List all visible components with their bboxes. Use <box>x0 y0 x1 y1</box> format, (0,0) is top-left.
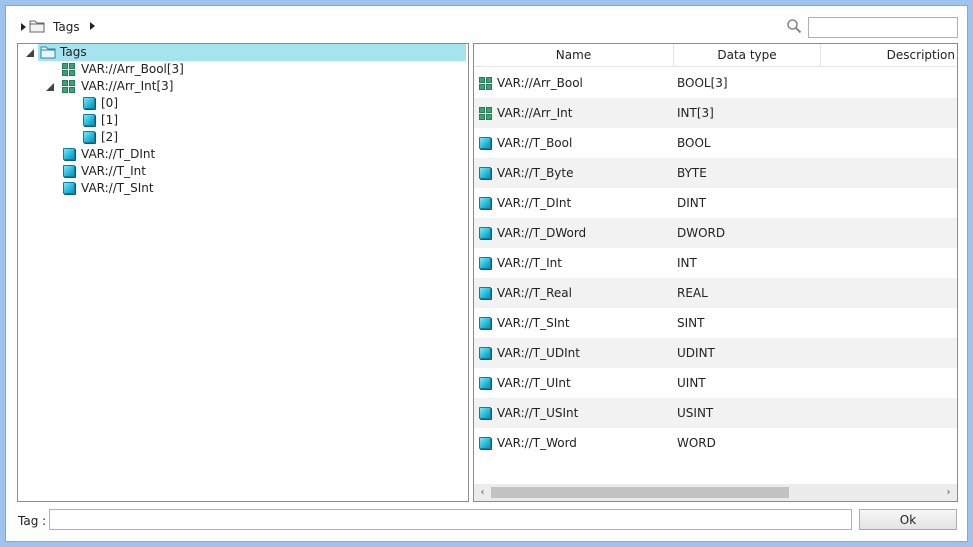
column-header-name[interactable]: Name <box>474 44 674 66</box>
table-row[interactable]: VAR://T_SInt SINT <box>474 308 957 338</box>
tag-cube-icon <box>479 137 491 149</box>
tag-cube-icon <box>479 407 491 419</box>
next-triangle-icon[interactable] <box>90 22 95 30</box>
tag-cube-icon <box>479 437 491 449</box>
breadcrumb-label[interactable]: Tags <box>53 20 80 34</box>
scroll-left-icon[interactable]: ‹ <box>474 484 491 501</box>
cell-data-type: REAL <box>677 286 708 300</box>
tree-item-label: VAR://T_SInt <box>81 181 154 195</box>
tag-cube-icon <box>83 131 95 143</box>
tree-root-label: Tags <box>60 45 87 59</box>
scroll-right-icon[interactable]: › <box>940 484 957 501</box>
array-grid-icon <box>479 77 492 90</box>
cell-name: VAR://T_Byte <box>497 166 574 180</box>
table-row[interactable]: VAR://T_DInt DINT <box>474 188 957 218</box>
cell-data-type: DWORD <box>677 226 726 240</box>
collapse-arr-int-icon[interactable] <box>46 83 54 91</box>
table-row[interactable]: VAR://T_DWord DWORD <box>474 218 957 248</box>
cell-data-type: WORD <box>677 436 716 450</box>
tag-cube-icon <box>63 165 75 177</box>
tag-cube-icon <box>479 227 491 239</box>
table-row[interactable]: VAR://T_Int INT <box>474 248 957 278</box>
cell-data-type: BOOL[3] <box>677 76 728 90</box>
ok-button[interactable]: Ok <box>859 509 957 530</box>
tag-cube-icon <box>479 197 491 209</box>
cell-data-type: USINT <box>677 406 714 420</box>
tag-cube-icon <box>63 148 75 160</box>
tag-cube-icon <box>479 287 491 299</box>
expand-triangle-icon[interactable] <box>21 23 26 31</box>
cell-data-type: UINT <box>677 376 706 390</box>
cell-data-type: BYTE <box>677 166 707 180</box>
search-input[interactable] <box>808 17 958 38</box>
tree-item-label: [2] <box>101 130 118 144</box>
table-row[interactable]: VAR://T_UInt UINT <box>474 368 957 398</box>
horizontal-scrollbar[interactable]: ‹ › <box>474 484 957 501</box>
cell-data-type: UDINT <box>677 346 715 360</box>
cell-name: VAR://T_DInt <box>497 196 572 210</box>
array-grid-icon <box>62 80 75 93</box>
breadcrumb: Tags <box>6 6 967 44</box>
tag-tree[interactable]: Tags VAR://Arr_Bool[3] VAR://Arr_Int[3] … <box>17 43 469 502</box>
tag-cube-icon <box>479 257 491 269</box>
tree-item-label: VAR://T_DInt <box>81 147 156 161</box>
tag-cube-icon <box>479 347 491 359</box>
cell-name: VAR://Arr_Int <box>497 106 573 120</box>
cell-name: VAR://T_Int <box>497 256 562 270</box>
cell-data-type: SINT <box>677 316 705 330</box>
tag-table[interactable]: Name Data type Description VAR://Arr_Boo… <box>473 43 958 502</box>
table-row[interactable]: VAR://T_Real REAL <box>474 278 957 308</box>
tag-input[interactable] <box>49 509 852 530</box>
cell-data-type: DINT <box>677 196 707 210</box>
cell-name: VAR://T_Real <box>497 286 572 300</box>
cell-name: VAR://T_Word <box>497 436 577 450</box>
cell-data-type: BOOL <box>677 136 711 150</box>
table-row[interactable]: VAR://Arr_Bool BOOL[3] <box>474 68 957 98</box>
tree-item-label: VAR://Arr_Bool[3] <box>81 62 184 76</box>
tag-label: Tag : <box>18 514 47 528</box>
cell-data-type: INT[3] <box>677 106 714 120</box>
scrollbar-thumb[interactable] <box>491 487 789 498</box>
folder-icon <box>40 46 56 59</box>
column-header-data-type[interactable]: Data type <box>674 44 821 66</box>
tree-root-tags[interactable]: Tags <box>38 44 466 61</box>
table-row[interactable]: VAR://T_Word WORD <box>474 428 957 458</box>
cell-data-type: INT <box>677 256 697 270</box>
table-row[interactable]: VAR://Arr_Int INT[3] <box>474 98 957 128</box>
table-header: Name Data type Description <box>474 44 957 67</box>
tree-item-label: [1] <box>101 113 118 127</box>
tag-cube-icon <box>479 167 491 179</box>
cell-name: VAR://T_USInt <box>497 406 579 420</box>
cell-name: VAR://T_DWord <box>497 226 587 240</box>
cell-name: VAR://T_SInt <box>497 316 570 330</box>
table-row[interactable]: VAR://T_USInt USINT <box>474 398 957 428</box>
tag-cube-icon <box>63 182 75 194</box>
column-header-description[interactable]: Description <box>821 44 957 66</box>
tree-item-label: VAR://T_Int <box>81 164 146 178</box>
tag-cube-icon <box>479 377 491 389</box>
table-row[interactable]: VAR://T_Byte BYTE <box>474 158 957 188</box>
tag-browser-dialog: Tags Tags VAR://Arr_Bool[3] VAR://Arr_In… <box>5 5 968 542</box>
tree-item-label: VAR://Arr_Int[3] <box>81 79 174 93</box>
array-grid-icon <box>479 107 492 120</box>
table-row[interactable]: VAR://T_Bool BOOL <box>474 128 957 158</box>
array-grid-icon <box>62 63 75 76</box>
tag-cube-icon <box>83 114 95 126</box>
cell-name: VAR://T_UDInt <box>497 346 580 360</box>
tree-item-label: [0] <box>101 96 118 110</box>
cell-name: VAR://T_UInt <box>497 376 571 390</box>
cell-name: VAR://Arr_Bool <box>497 76 583 90</box>
folder-icon <box>29 20 45 33</box>
table-row[interactable]: VAR://T_UDInt UDINT <box>474 338 957 368</box>
search-icon[interactable] <box>786 18 802 34</box>
collapse-root-icon[interactable] <box>26 49 34 57</box>
tag-cube-icon <box>83 97 95 109</box>
tag-cube-icon <box>479 317 491 329</box>
cell-name: VAR://T_Bool <box>497 136 573 150</box>
